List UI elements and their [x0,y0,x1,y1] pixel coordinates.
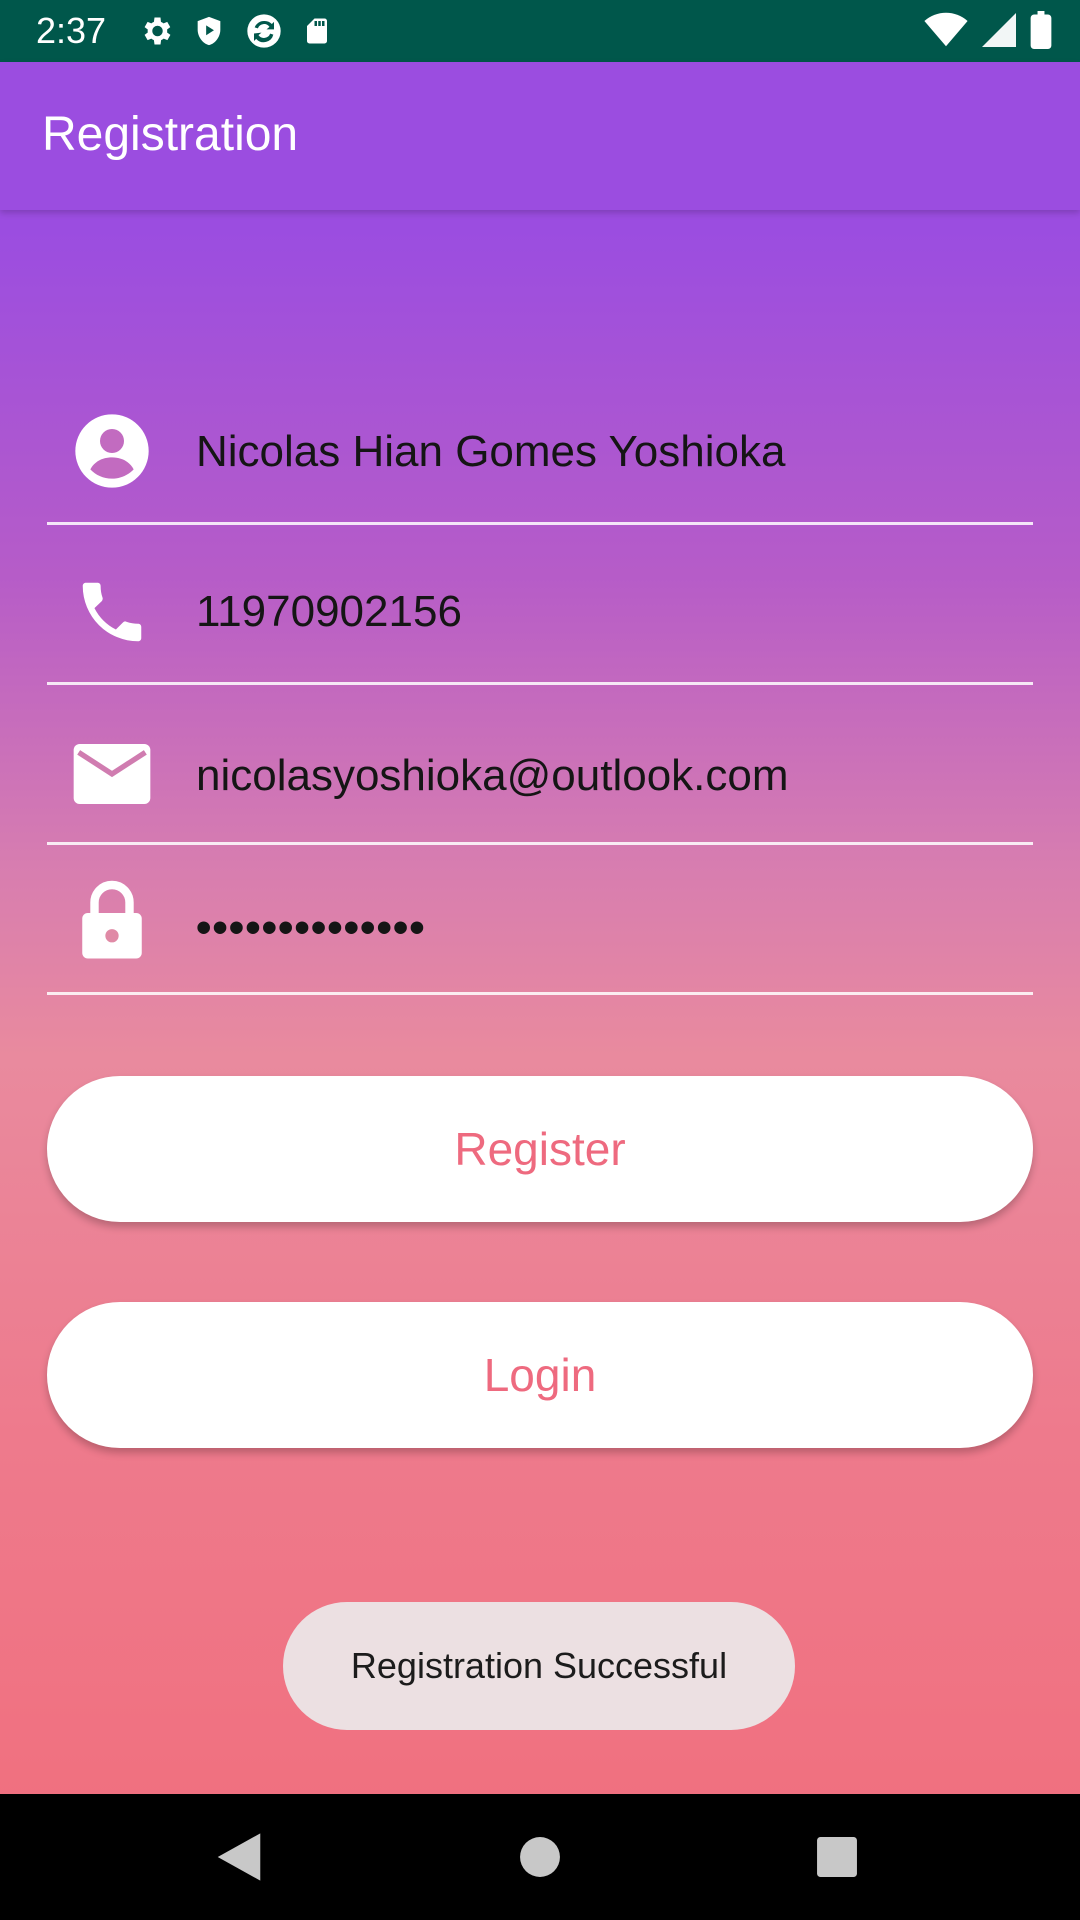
status-icons-left [138,11,332,51]
shield-play-icon [197,16,221,46]
status-bar: 2:37 [0,0,1080,62]
password-value: •••••••••••••• [196,903,426,952]
phone-value: 11970902156 [196,587,462,636]
battery-icon [1030,11,1052,49]
email-icon [72,734,152,814]
recents-icon[interactable] [804,1824,870,1890]
app-bar: Registration [0,62,1080,210]
sd-card-icon [307,18,327,44]
account-circle-icon [72,411,152,491]
sync-icon [247,14,281,48]
email-field[interactable]: nicolasyoshioka@outlook.com [47,682,1033,845]
name-field[interactable]: Nicolas Hian Gomes Yoshioka [47,362,1033,525]
status-time: 2:37 [36,10,107,51]
toast-message: Registration Successful [283,1602,795,1730]
phone-icon [72,572,152,652]
password-field[interactable]: •••••••••••••• [47,842,1033,995]
email-value: nicolasyoshioka@outlook.com [196,751,789,800]
wifi-icon [924,12,968,47]
name-value: Nicolas Hian Gomes Yoshioka [196,427,786,476]
page-title: Registration [42,108,299,161]
cell-signal-icon [982,13,1016,47]
status-icons-right [924,11,1052,49]
login-button[interactable]: Login [47,1302,1033,1448]
back-icon[interactable] [206,1824,272,1890]
system-nav-bar [0,1794,1080,1920]
registration-screen: 2:37 Registration Nicolas Hian Gomes Yos… [0,0,1080,1920]
lock-icon [72,880,152,960]
register-button[interactable]: Register [47,1076,1033,1222]
phone-field[interactable]: 11970902156 [47,522,1033,685]
settings-gear-icon [144,17,171,45]
home-icon[interactable] [507,1824,573,1890]
